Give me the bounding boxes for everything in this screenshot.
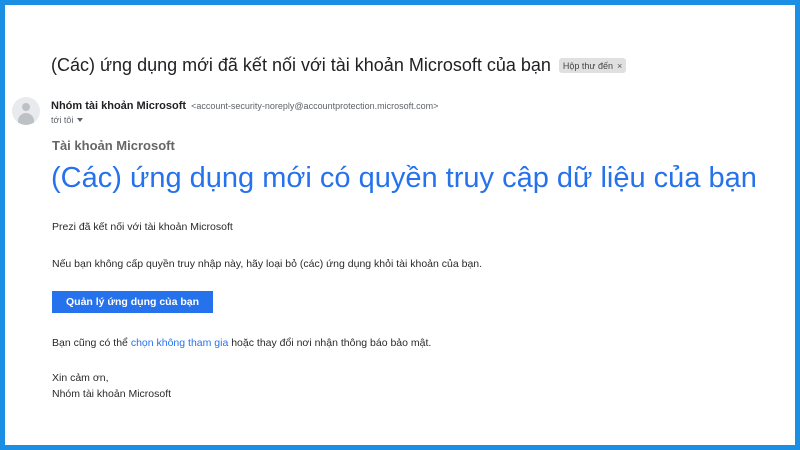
connected-app-text: Prezi đã kết nối với tài khoản Microsoft [52,221,233,233]
avatar-body-shape [18,113,34,125]
signature-text: Nhóm tài khoản Microsoft [52,388,172,400]
inbox-label-chip[interactable]: Hộp thư đến × [558,58,627,73]
avatar-head-shape [22,103,30,111]
sender-name[interactable]: Nhóm tài khoản Microsoft [51,100,186,112]
optout-suffix: hoặc thay đổi nơi nhận thông báo bảo mật… [228,337,432,349]
optout-paragraph: Bạn cũng có thể chọn không tham gia hoặc… [52,337,431,349]
remove-apps-text: Nếu bạn không cấp quyền truy nhập này, h… [52,258,483,270]
email-subject: (Các) ứng dụng mới đã kết nối với tài kh… [51,55,551,75]
screenshot-frame: (Các) ứng dụng mới đã kết nối với tài kh… [0,0,800,450]
account-label: Tài khoản Microsoft [52,138,175,153]
close-icon[interactable]: × [617,61,622,71]
sender-email: <account-security-noreply@accountprotect… [191,101,439,111]
recipient-row: tới tôi [51,115,84,125]
manage-apps-button[interactable]: Quản lý ứng dụng của bạn [52,291,213,313]
sender-row: Nhóm tài khoản Microsoft <account-securi… [51,100,438,112]
recipient-text: tới tôi [51,115,74,125]
sender-avatar-icon[interactable] [12,97,40,125]
subject-row: (Các) ứng dụng mới đã kết nối với tài kh… [51,55,627,76]
caret-down-icon[interactable] [77,118,84,122]
inbox-label-text: Hộp thư đến [562,60,613,71]
email-headline: (Các) ứng dụng mới có quyền truy cập dữ … [51,162,757,194]
optout-link[interactable]: chọn không tham gia [131,337,228,349]
optout-prefix: Bạn cũng có thể [52,337,131,349]
signoff-text: Xin cảm ơn, [52,372,109,384]
